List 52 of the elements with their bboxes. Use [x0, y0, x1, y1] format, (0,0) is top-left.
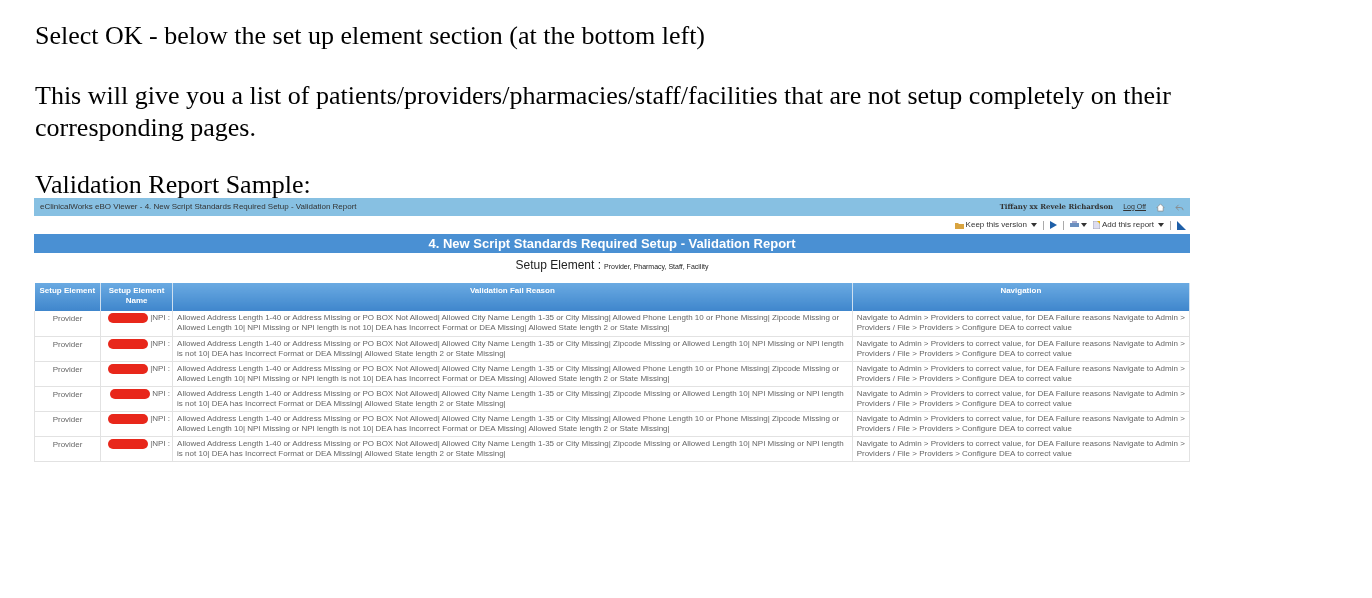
table-cell: NPI :	[152, 388, 171, 399]
table-cell: Allowed Address Length 1-40 or Address Missing or PO BOX Not Allowed| Allowed City Name Length 1-35 or City Missing| Allowed Phone Length 10 or Phone Missing| Zipcode Missing or Allowed Length 10| NPI Missing or NPI length is not 10| DEA has Incorrect Format or DEA Missing| Allowed State length 2 or State Missing|	[172, 361, 853, 386]
caret-icon	[1080, 223, 1087, 227]
folder-icon	[954, 221, 964, 229]
export-button[interactable]	[1069, 221, 1087, 229]
redaction-mark	[108, 313, 149, 323]
document-icon	[1092, 221, 1100, 229]
redaction-mark	[108, 363, 149, 374]
table-cell: |NPI :	[150, 363, 171, 374]
table-cell: Navigate to Admin > Providers to correct value, for DEA Failure reasons Navigate to Admin > Providers / File > Providers > Configure DEA to correct value	[852, 336, 1190, 361]
column-header: Navigation	[852, 283, 1190, 311]
caret-icon	[1030, 223, 1037, 227]
table-cell: Navigate to Admin > Providers to correct value, for DEA Failure reasons Navigate to Admin > Providers / File > Providers > Configure DEA to correct value	[852, 386, 1190, 411]
keep-version-button[interactable]: Keep this version	[954, 219, 1037, 231]
redaction-mark	[108, 438, 149, 449]
home-icon[interactable]	[1156, 202, 1165, 212]
table-cell: Provider	[34, 411, 101, 436]
report-title: 4. New Script Standards Required Setup - Validation Report	[428, 234, 796, 253]
table-cell: Provider	[34, 336, 101, 361]
setup-element-label: Setup Element :	[515, 257, 601, 274]
section-heading: Validation Report Sample:	[34, 172, 312, 198]
table-cell: Navigate to Admin > Providers to correct value, for DEA Failure reasons Navigate to Admin > Providers / File > Providers > Configure DEA to correct value	[852, 411, 1190, 436]
table-cell: Navigate to Admin > Providers to correct value, for DEA Failure reasons Navigate to Admin > Providers / File > Providers > Configure DEA to correct value	[852, 436, 1190, 461]
table-cell: Navigate to Admin > Providers to correct value, for DEA Failure reasons Navigate to Admin > Providers / File > Providers > Configure DEA to correct value	[852, 361, 1190, 386]
add-report-button[interactable]: Add this report	[1092, 219, 1164, 231]
table-cell: Allowed Address Length 1-40 or Address Missing or PO BOX Not Allowed| Allowed City Name Length 1-35 or City Missing| Allowed Phone Length 10 or Phone Missing| Zipcode Missing or Allowed Length 10| NPI Missing or NPI length is not 10| DEA has Incorrect Format or DEA Missing| Allowed State length 2 or State Missing|	[172, 411, 853, 436]
table-cell: Allowed Address Length 1-40 or Address Missing or PO BOX Not Allowed| Allowed City Name Length 1-35 or City Missing| Zipcode Missing or Allowed Length 10| NPI Missing or NPI length is not 10| DEA has Incorrect Format or DEA Missing| Allowed State length 2 or State Missing|	[172, 336, 853, 361]
viewer-title: eClinicalWorks eBO Viewer - 4. New Script Standards Required Setup - Validation Report	[40, 201, 357, 213]
table-cell: |NPI :	[150, 438, 171, 449]
caret-icon	[1158, 223, 1164, 227]
column-header: Validation Fail Reason	[172, 283, 853, 311]
table-cell: Provider	[34, 361, 101, 386]
table-cell: Allowed Address Length 1-40 or Address Missing or PO BOX Not Allowed| Allowed City Name Length 1-35 or City Missing| Zipcode Missing or Allowed Length 10| NPI Missing or NPI length is not 10| DEA has Incorrect Format or DEA Missing| Allowed State length 2 or State Missing|	[172, 386, 853, 411]
redaction-mark	[108, 338, 149, 349]
table-cell: |NPI :	[150, 338, 171, 349]
table-cell: |NPI :	[150, 313, 171, 323]
table-cell: Allowed Address Length 1-40 or Address Missing or PO BOX Not Allowed| Allowed City Name Length 1-35 or City Missing| Allowed Phone Length 10 or Phone Missing| Zipcode Missing or Allowed Length 10| NPI Missing or NPI length is not 10| DEA has Incorrect Format or DEA Missing| Allowed State length 2 or State Missing|	[172, 311, 853, 336]
table-cell: Provider	[34, 386, 101, 411]
table-cell: |NPI :	[150, 413, 171, 424]
table-cell: Provider	[34, 311, 101, 336]
description-text: This will give you a list of patients/providers/pharmacies/staff/facilities that are not setup completely on their corresponding pages.	[34, 80, 1172, 144]
play-icon[interactable]	[1049, 221, 1057, 229]
redaction-mark	[108, 413, 149, 424]
chart-icon[interactable]	[1177, 220, 1186, 230]
column-header: Setup Element Name	[100, 283, 173, 311]
table-cell: Allowed Address Length 1-40 or Address Missing or PO BOX Not Allowed| Allowed City Name Length 1-35 or City Missing| Zipcode Missing or Allowed Length 10| NPI Missing or NPI length is not 10| DEA has Incorrect Format or DEA Missing| Allowed State length 2 or State Missing|	[172, 436, 853, 461]
printer-icon	[1069, 221, 1079, 229]
column-header: Setup Element	[34, 283, 101, 311]
instruction-text: Select OK - below the set up element section (at the bottom left)	[34, 20, 707, 52]
redaction-mark	[110, 388, 151, 399]
table-cell: Provider	[34, 436, 101, 461]
table-cell: Navigate to Admin > Providers to correct value, for DEA Failure reasons Navigate to Admin > Providers / File > Providers > Configure DEA to correct value	[852, 311, 1190, 336]
